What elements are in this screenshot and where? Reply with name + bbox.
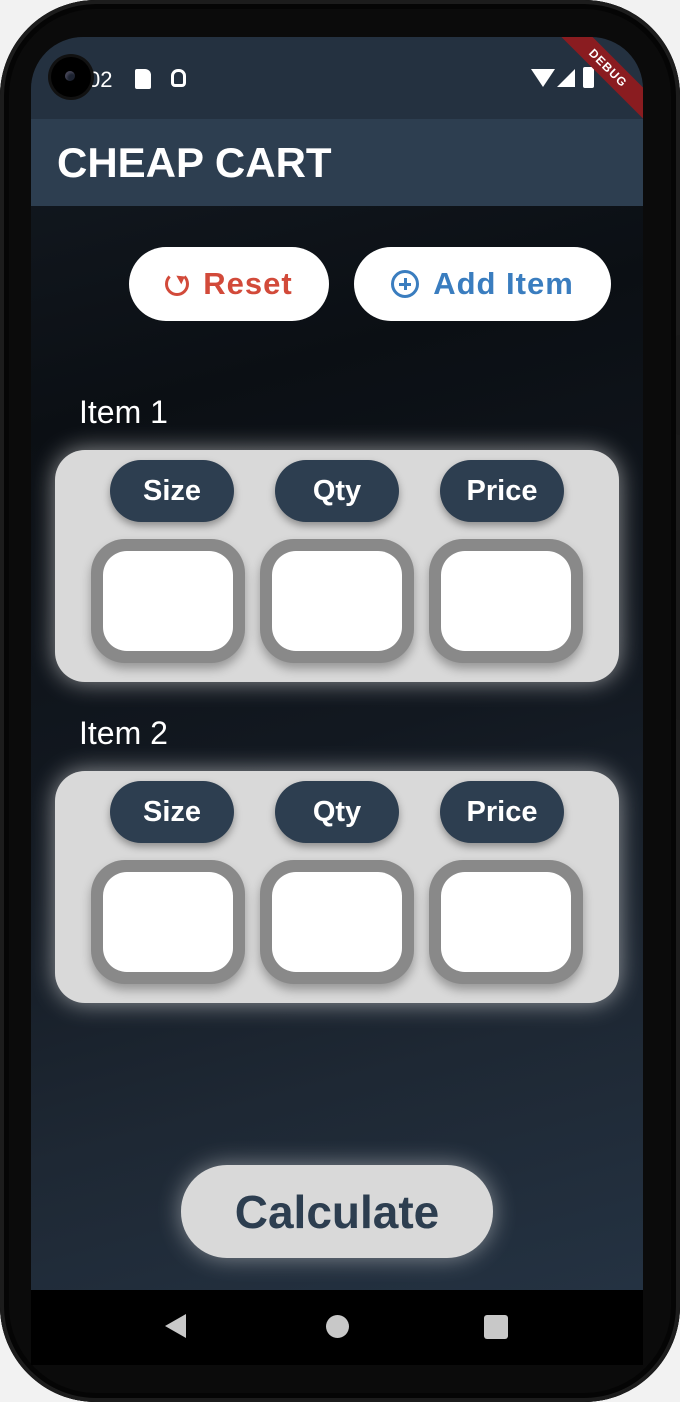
app-bar: CHEAP CART (31, 119, 643, 206)
size-header: Size (110, 460, 234, 522)
system-indicators (531, 67, 601, 91)
size-input[interactable] (103, 872, 233, 972)
item-label: Item 1 (79, 394, 168, 430)
price-input[interactable] (441, 872, 571, 972)
qty-header: Qty (275, 460, 399, 522)
reset-label: Reset (203, 266, 293, 301)
recents-icon[interactable] (484, 1315, 508, 1339)
qty-field (260, 539, 414, 663)
reset-button[interactable]: Reset (129, 247, 329, 321)
add-item-button[interactable]: Add Item (354, 247, 611, 321)
status-time: 02 (88, 67, 113, 92)
size-field (91, 860, 245, 984)
qty-input[interactable] (272, 872, 402, 972)
price-header: Price (440, 460, 564, 522)
app-title: CHEAP CART (57, 139, 332, 186)
add-item-label: Add Item (433, 266, 574, 301)
volume-button (676, 335, 680, 435)
wifi-icon (531, 69, 555, 87)
size-field (91, 539, 245, 663)
android-icon (171, 69, 186, 87)
qty-input[interactable] (272, 551, 402, 651)
size-input[interactable] (103, 551, 233, 651)
screen: 02 DEBUG CHEAP CART Reset Add Item Item … (31, 37, 643, 1290)
power-button (676, 530, 680, 720)
price-field (429, 539, 583, 663)
add-circle-icon (391, 270, 420, 298)
price-header: Price (440, 781, 564, 843)
status-bar: 02 DEBUG (31, 37, 643, 129)
qty-header: Qty (275, 781, 399, 843)
cellular-signal-icon (557, 69, 575, 87)
home-icon[interactable] (326, 1315, 349, 1338)
qty-field (260, 860, 414, 984)
item-card: Size Qty Price (55, 771, 619, 1003)
price-input[interactable] (441, 551, 571, 651)
navigation-bar (31, 1290, 643, 1365)
price-field (429, 860, 583, 984)
sd-card-icon (135, 69, 151, 89)
item-label: Item 2 (79, 715, 168, 751)
item-card: Size Qty Price (55, 450, 619, 682)
calculate-button[interactable]: Calculate (181, 1165, 493, 1258)
refresh-icon (165, 272, 190, 296)
front-camera (51, 57, 91, 97)
battery-icon (583, 67, 594, 88)
size-header: Size (110, 781, 234, 843)
back-icon[interactable] (165, 1314, 186, 1338)
